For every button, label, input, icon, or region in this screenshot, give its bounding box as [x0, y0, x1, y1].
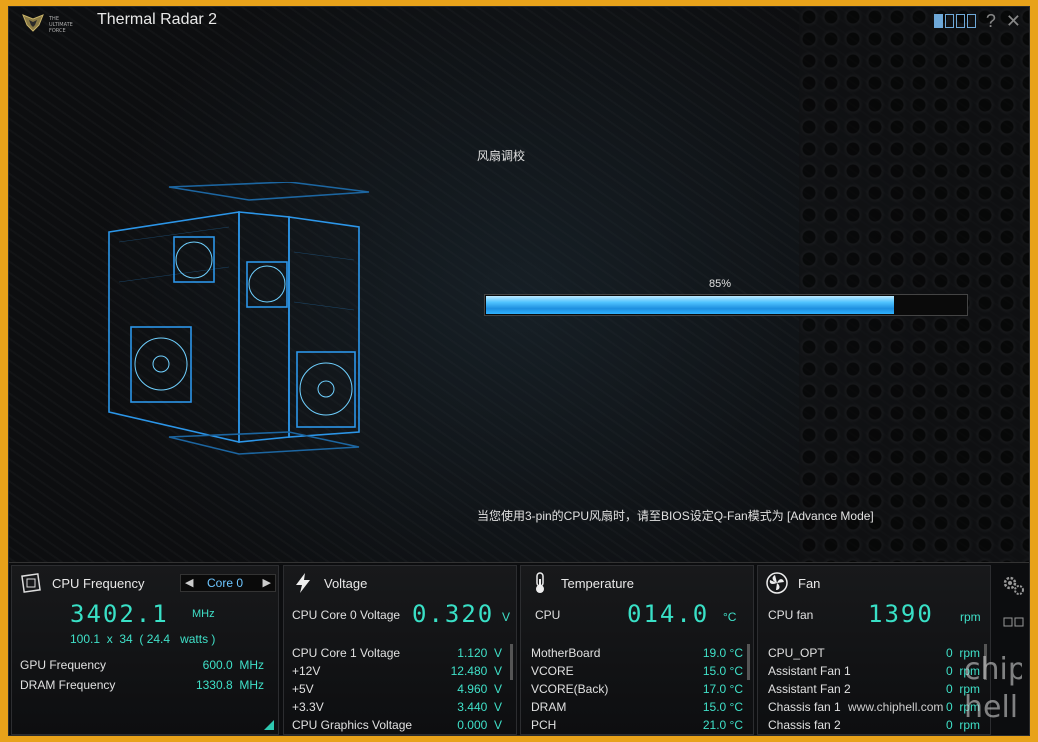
- layout-cell-icon: [955, 14, 965, 28]
- list-item-label: CPU Core 1 Voltage: [292, 646, 401, 660]
- window-controls: ? ✕: [933, 12, 1021, 30]
- list-item-value: 17.0 °C: [702, 682, 743, 696]
- progress-fill: [486, 296, 894, 314]
- svg-text:hell: hell: [964, 690, 1018, 725]
- layout-cell-icon: [933, 14, 943, 28]
- list-item-label: VCORE(Back): [531, 682, 609, 696]
- list-item-label: +3.3V: [292, 700, 324, 714]
- main-temp-value: 014.0: [627, 600, 710, 628]
- list-item-label: CPU Graphics Voltage: [292, 718, 413, 732]
- main-fan-unit: rpm: [960, 610, 981, 624]
- svg-text:FORCE: FORCE: [49, 28, 66, 34]
- thermometer-icon: [536, 572, 544, 593]
- list-item-value: 0.000 V: [457, 718, 502, 732]
- list-item-value: 19.0 °C: [702, 646, 743, 660]
- app-window: THE ULTIMATE FORCE Thermal Radar 2 ? ✕ 风…: [8, 6, 1030, 736]
- list-item-value: 15.0 °C: [702, 700, 743, 714]
- tuf-logo: THE ULTIMATE FORCE: [22, 14, 73, 34]
- panel-title: Temperature: [561, 575, 634, 591]
- main-temp-label: CPU: [535, 608, 561, 622]
- list-item-label: +5V: [292, 682, 314, 696]
- main-voltage-value: 0.320: [412, 600, 495, 628]
- voltage-panel: Voltage CPU Core 0 Voltage 0.320 V CPU C…: [283, 565, 517, 735]
- close-button[interactable]: ✕: [1006, 12, 1021, 30]
- lightning-icon: [296, 573, 310, 593]
- list-item-label: Assistant Fan 1: [768, 664, 851, 678]
- cpu-frequency-panel: CPU Frequency ◀ Core 0 ▶ 3402.1 MHz 100.…: [11, 565, 279, 735]
- list-item-value: 4.960 V: [457, 682, 502, 696]
- hex-pattern: [799, 7, 1029, 562]
- progress-percent: 85%: [709, 278, 732, 290]
- fan-icon: [766, 572, 788, 594]
- list-item-label: CPU_OPT: [768, 646, 825, 660]
- list-item-value: 1.120 V: [457, 646, 502, 660]
- list-item-label: Chassis fan 1: [768, 700, 841, 714]
- multiplier-line: 100.1 x 34 ( 24.4 watts ): [70, 632, 216, 646]
- chiphell-logo-icon: chip hell: [964, 652, 1027, 725]
- panel-header: Voltage: [292, 572, 367, 594]
- calibration-title: 风扇调校: [477, 149, 526, 163]
- layout-cell-icon: [944, 14, 954, 28]
- main-fan-label: CPU fan: [768, 608, 814, 622]
- list-item-label: Assistant Fan 2: [768, 682, 851, 696]
- cpu-chip-icon: [21, 573, 41, 593]
- list-item-label: DRAM: [531, 700, 567, 714]
- core-selector[interactable]: ◀ Core 0 ▶: [180, 574, 276, 592]
- svg-text:chip: chip: [964, 652, 1022, 687]
- list-item-value: 21.0 °C: [702, 718, 743, 732]
- main-fan-value: 1390: [868, 600, 934, 628]
- dram-frequency-value: 1330.8 MHz: [195, 678, 264, 692]
- list-item-label: VCORE: [531, 664, 574, 678]
- resize-corner-icon[interactable]: [264, 720, 274, 730]
- list-item-label: +12V: [292, 664, 321, 678]
- panel-title: Voltage: [324, 575, 368, 591]
- core-select-value: Core 0: [207, 576, 244, 590]
- compact-view-icon[interactable]: [1003, 617, 1025, 627]
- temperature-panel: Temperature CPU 014.0 °C MotherBoard 19.…: [520, 565, 754, 735]
- scrollbar[interactable]: [510, 644, 513, 680]
- app-title: Thermal Radar 2: [97, 11, 218, 28]
- dram-frequency-label: DRAM Frequency: [20, 678, 116, 692]
- watermark-logo: chip hell: [962, 645, 1027, 729]
- scrollbar[interactable]: [747, 644, 750, 680]
- cpu-freq-value: 3402.1: [70, 600, 169, 628]
- layout-switch-button[interactable]: [933, 14, 976, 28]
- settings-gear-icon[interactable]: [1001, 573, 1025, 597]
- gpu-frequency-value: 600.0 MHz: [202, 658, 264, 672]
- help-button[interactable]: ?: [986, 12, 996, 30]
- fan-notice: 当您使用3-pin的CPU风扇时，请至BIOS设定Q-Fan模式为 [Advan…: [477, 509, 874, 523]
- layout-cell-icon: [966, 14, 976, 28]
- list-item-value: 12.480 V: [450, 664, 502, 678]
- main-voltage-label: CPU Core 0 Voltage: [292, 608, 401, 622]
- panel-title: CPU Frequency: [52, 575, 145, 591]
- pc-case-illustration: [108, 182, 370, 455]
- main-temp-unit: °C: [723, 610, 737, 624]
- list-item-value: 15.0 °C: [702, 664, 743, 678]
- list-item-label: Chassis fan 2: [768, 718, 841, 732]
- next-core-icon[interactable]: ▶: [263, 576, 271, 589]
- prev-core-icon[interactable]: ◀: [185, 576, 193, 589]
- panel-header: Temperature: [529, 572, 634, 594]
- watermark-text: www.chiphell.com: [848, 700, 944, 714]
- list-item-value: 3.440 V: [457, 700, 502, 714]
- gpu-frequency-label: GPU Frequency: [20, 658, 107, 672]
- title-bar: THE ULTIMATE FORCE Thermal Radar 2 ? ✕: [9, 7, 1029, 37]
- panel-header: CPU Frequency: [20, 572, 144, 594]
- calibration-progress-bar: [484, 294, 968, 316]
- panel-title: Fan: [798, 575, 821, 591]
- cpu-freq-unit: MHz: [192, 608, 215, 620]
- panel-header: Fan: [766, 572, 820, 594]
- main-voltage-unit: V: [502, 610, 511, 624]
- list-item-label: PCH: [531, 718, 557, 732]
- list-item-label: MotherBoard: [531, 646, 601, 660]
